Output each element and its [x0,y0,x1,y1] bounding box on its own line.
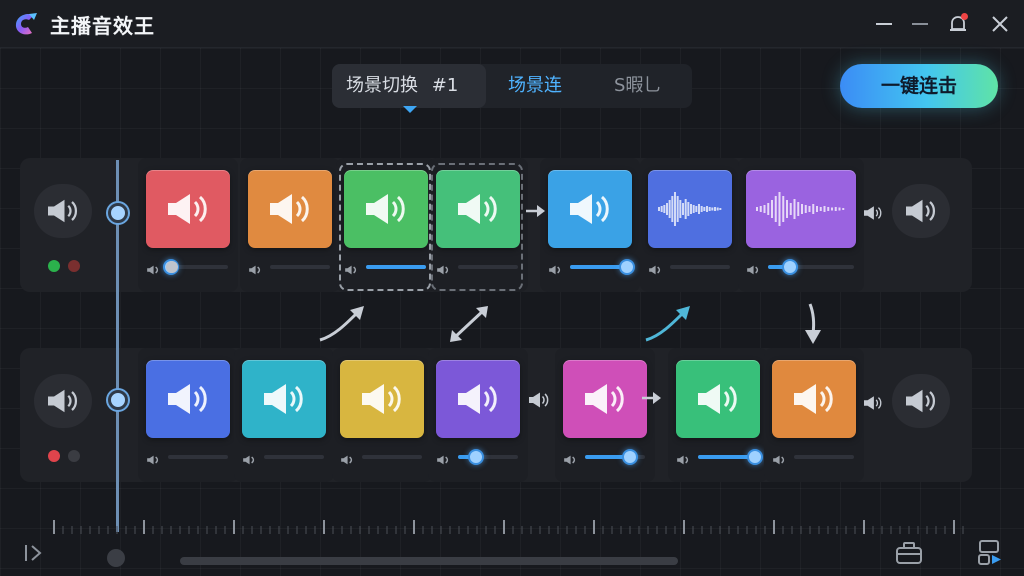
speaker-icon [794,384,833,414]
volume-icon [648,261,662,275]
timeline-position-dot[interactable] [107,549,125,567]
speaker-icon [270,194,309,224]
volume-icon [248,261,262,275]
row-2-small-speaker-icon [862,394,884,416]
volume-slider[interactable] [270,265,330,269]
sound-pad[interactable] [548,170,632,248]
row-1-master-speaker[interactable] [34,184,92,238]
selection-box [431,163,523,291]
row-1-small-speaker-icon [862,204,884,226]
one-click-combo-button[interactable]: 一键连击 [840,64,998,108]
volume-slider-knob[interactable] [782,259,798,275]
bell-icon[interactable] [946,12,970,36]
timeline-ruler[interactable] [0,516,1024,536]
volume-slider-knob[interactable] [468,449,484,465]
speaker-icon [168,194,207,224]
workspace-background [0,48,1024,576]
tab-scene-switch-label: 场景切换 [346,75,418,96]
restore-icon[interactable] [908,12,932,36]
selection-box [339,163,431,291]
speaker-icon [362,384,401,414]
sound-pad[interactable] [242,360,326,438]
volume-slider-knob[interactable] [619,259,635,275]
sound-pad[interactable] [746,170,856,248]
arrow-up-right-icon [319,306,364,342]
sound-pad[interactable] [772,360,856,438]
volume-icon [746,261,760,275]
sound-pad[interactable] [436,360,520,438]
volume-slider-knob[interactable] [747,449,763,465]
volume-slider-knob[interactable] [166,261,178,273]
volume-slider-knob[interactable] [622,449,638,465]
waveform-icon [756,192,845,226]
volume-slider[interactable] [264,455,324,459]
volume-slider[interactable] [794,455,854,459]
app-title: 主播音效王 [50,14,155,38]
horizontal-scrollbar[interactable] [180,557,678,565]
speaker-icon [698,384,737,414]
minimize-icon[interactable] [872,12,896,36]
toolbox-icon[interactable] [894,540,924,566]
speaker-icon [570,194,609,224]
arrow-right-icon [640,390,662,410]
volume-icon [772,451,786,465]
title-bar: 主播音效王 [0,0,1024,48]
volume-icon [548,261,562,275]
playhead-node-row-2[interactable] [108,390,128,410]
row-1-output-speaker[interactable] [892,184,950,238]
speaker-icon [264,384,303,414]
row-1-status-dot [48,260,60,272]
row-2-master-speaker[interactable] [34,374,92,428]
scene-tab-bar: 场景切换 #1 场景连 S暇乚 [332,64,692,108]
tab-scene-switch[interactable]: 场景切换 #1 [332,64,486,108]
close-icon[interactable] [988,12,1012,36]
volume-icon [146,451,160,465]
speaker-icon [168,384,207,414]
tab-scene-index: #1 [431,75,459,96]
arrow-down-icon [805,303,821,344]
arrow-swap-icon [450,306,488,342]
tab-scene-third[interactable]: S暇乚 [614,64,661,108]
row-2-status-dot [48,450,60,462]
volume-slider[interactable] [168,455,228,459]
volume-slider[interactable] [362,455,422,459]
sound-pad[interactable] [146,360,230,438]
small-speaker-icon [526,390,552,414]
row-1-status-dot [68,260,80,272]
volume-slider[interactable] [670,265,730,269]
playhead-node-row-1[interactable] [108,203,128,223]
sound-pad[interactable] [340,360,424,438]
collapse-panel-icon[interactable] [22,541,48,565]
speaker-icon [458,384,497,414]
sound-pad[interactable] [146,170,230,248]
volume-icon [563,451,577,465]
export-icon[interactable] [976,538,1004,568]
active-tab-indicator [403,106,417,113]
sound-pad[interactable] [563,360,647,438]
volume-icon [146,261,160,275]
waveform-icon [658,192,722,226]
sound-pad[interactable] [248,170,332,248]
volume-icon [436,451,450,465]
tab-scene-chain[interactable]: 场景连 [508,64,562,108]
sound-pad[interactable] [676,360,760,438]
arrow-right-icon [524,203,546,223]
arrow-up-right-cyan-icon [645,306,690,342]
app-logo-icon [15,13,37,35]
row-2-output-speaker[interactable] [892,374,950,428]
volume-icon [242,451,256,465]
volume-icon [676,451,690,465]
sound-pad[interactable] [648,170,732,248]
row-2-status-dot [68,450,80,462]
volume-icon [340,451,354,465]
speaker-icon [585,384,624,414]
